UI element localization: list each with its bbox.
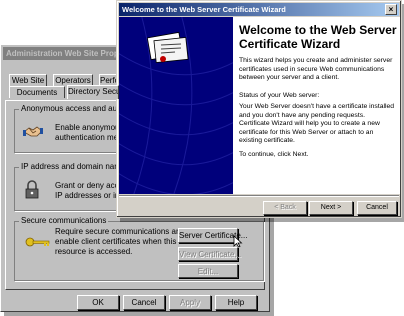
wizard-separator [119,195,399,197]
next-button[interactable]: Next > [309,201,353,215]
help-button[interactable]: Help [215,295,257,310]
wizard-title: Welcome to the Web Server Certificate Wi… [122,5,286,14]
wizard-continue-text: To continue, click Next. [239,151,309,158]
handshake-icon [23,126,43,137]
close-button[interactable]: × [385,4,397,15]
secure-communications-title: Secure communications [19,216,109,225]
ok-button[interactable]: OK [77,295,119,310]
wizard-intro: This wizard helps you create and adminis… [239,57,393,81]
secure-communications-group: Secure communications Require secure com… [14,216,264,281]
tab-directory-security[interactable]: Directory Securit [67,85,119,99]
wizard-titlebar: Welcome to the Web Server Certificate Wi… [119,3,399,16]
apply-button[interactable]: Apply [169,295,211,310]
tab-documents[interactable]: Documents [9,86,65,98]
padlock-icon [25,180,39,199]
cancel-button[interactable]: Cancel [123,295,165,310]
wizard-status-label: Status of your Web server: [239,92,320,99]
certificate-icon [146,31,189,64]
key-icon [25,237,50,247]
edit-button[interactable]: Edit... [178,264,238,278]
wizard-content: Welcome to the Web Server Certificate Wi… [233,17,400,194]
view-certificate-button[interactable]: View Certificate... [178,247,241,261]
server-certificate-button[interactable]: Server Certificate... [178,228,247,243]
wizard-status-text: Your Web Server doesn't have a certifica… [239,103,395,144]
secure-communications-description: Require secure communications and enable… [55,227,185,256]
certificate-wizard-dialog: Welcome to the Web Server Certificate Wi… [116,0,402,218]
wizard-banner [119,17,233,194]
wizard-heading: Welcome to the Web Server Certificate Wi… [239,23,397,51]
wizard-banner-graphic [119,17,233,194]
wizard-cancel-button[interactable]: Cancel [357,201,397,215]
back-button[interactable]: < Back [263,201,307,215]
close-icon: × [388,5,394,14]
tab-web-site[interactable]: Web Site [9,74,47,86]
